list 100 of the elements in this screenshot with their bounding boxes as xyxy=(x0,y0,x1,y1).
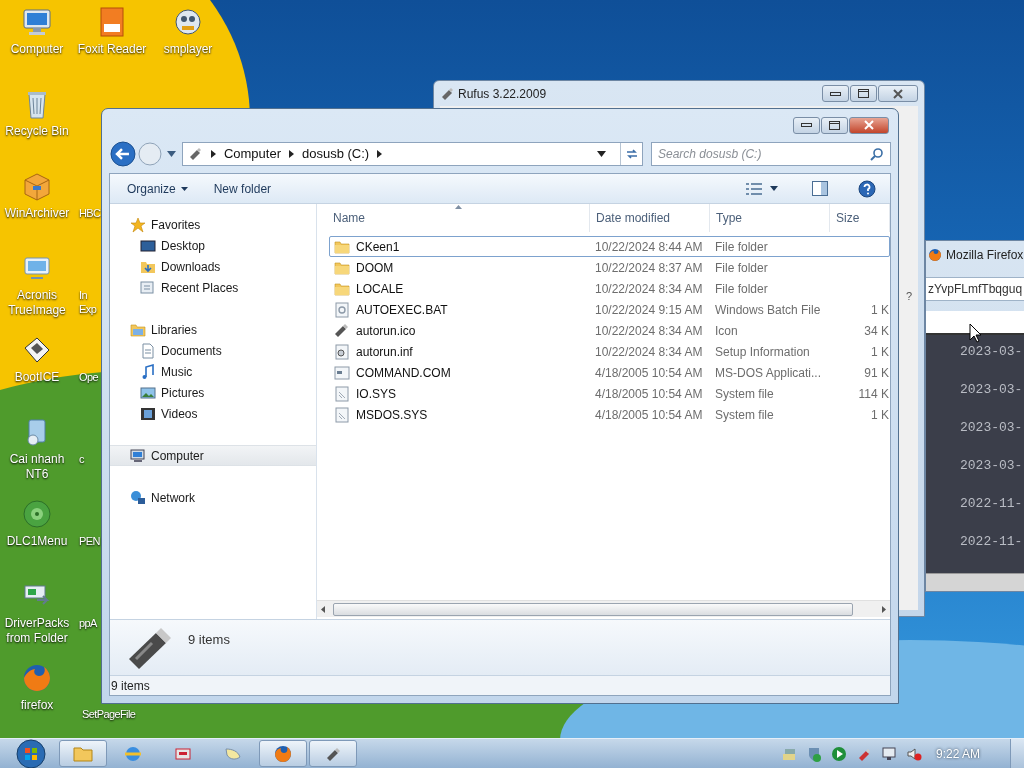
date-cell-text: 4/18/2005 10:54 AM xyxy=(594,385,704,403)
file-row[interactable]: AUTOEXEC.BAT 10/22/2024 9:15 AM Windows Batch File 1 K xyxy=(329,299,890,320)
navigation-item[interactable]: Documents xyxy=(110,340,316,361)
file-name: autorun.inf xyxy=(356,343,413,361)
file-name: AUTOEXEC.BAT xyxy=(356,301,448,319)
file-name: IO.SYS xyxy=(356,385,396,403)
search-field[interactable]: Search dosusb (C:) xyxy=(651,142,891,166)
navigation-item[interactable]: Recent Places xyxy=(110,277,316,298)
toolbar-button[interactable]: New folder xyxy=(206,177,279,200)
folder-icon xyxy=(334,280,350,297)
start-button[interactable] xyxy=(13,738,49,768)
navigation-item[interactable]: Downloads xyxy=(110,256,316,277)
horizontal-scrollbar[interactable] xyxy=(317,600,890,617)
type-cell-text: System file xyxy=(714,385,775,403)
maximize-icon xyxy=(829,120,840,130)
size-cell-text: 1 K xyxy=(870,343,889,361)
recent-icon xyxy=(140,279,156,296)
file-row[interactable]: IO.SYS 4/18/2005 10:54 AM System file 114 K xyxy=(329,383,890,404)
date-text: 2022-11- xyxy=(960,533,1024,551)
pictures-icon xyxy=(140,384,156,401)
date-cell-text: 10/22/2024 8:37 AM xyxy=(594,259,704,277)
close-icon xyxy=(864,120,874,130)
gear-icon xyxy=(334,301,350,318)
minimize-button[interactable] xyxy=(822,85,849,102)
navigation-item[interactable]: Pictures xyxy=(110,382,316,403)
help-icon[interactable] xyxy=(858,179,876,198)
toolbar-button[interactable]: Organize xyxy=(120,177,195,200)
date-text: 2023-03- xyxy=(960,419,1024,437)
column-header[interactable]: Size xyxy=(830,204,890,232)
file-row[interactable]: COMMAND.COM 4/18/2005 10:54 AM MS-DOS Applicati... 91 K xyxy=(329,362,890,383)
taskbar-button[interactable] xyxy=(309,740,357,767)
back-icon[interactable] xyxy=(109,140,137,168)
document-icon xyxy=(334,406,350,423)
maximize-button[interactable] xyxy=(850,85,877,102)
navigation-item[interactable]: Libraries xyxy=(110,319,316,340)
minimize-button[interactable] xyxy=(793,116,820,134)
size-cell-text: 91 K xyxy=(863,364,889,382)
navigation-item[interactable]: Desktop xyxy=(110,235,316,256)
file-row[interactable]: autorun.inf 10/22/2024 8:34 AM Setup Information 1 K xyxy=(329,341,890,362)
date-text: 2023-03- xyxy=(960,343,1024,361)
file-name: autorun.ico xyxy=(356,322,416,340)
maximize-button[interactable] xyxy=(821,116,848,134)
date-cell-text: 4/18/2005 10:54 AM xyxy=(594,406,704,424)
monitor-icon[interactable] xyxy=(880,745,897,762)
navigation-item[interactable]: Music xyxy=(110,361,316,382)
close-button[interactable] xyxy=(878,85,918,102)
type-cell-text: Setup Information xyxy=(714,343,811,361)
navigation-item[interactable]: Videos xyxy=(110,403,316,424)
date-text: 2023-03- xyxy=(960,457,1024,475)
file-row[interactable]: LOCALE 10/22/2024 8:34 AM File folder xyxy=(329,278,890,299)
play-icon[interactable] xyxy=(830,745,847,762)
chevron-icon[interactable] xyxy=(210,150,216,158)
date-cell-text: 10/22/2024 8:34 AM xyxy=(594,322,704,340)
search-icon xyxy=(870,147,884,161)
file-name: LOCALE xyxy=(356,280,404,298)
caret-icon xyxy=(770,186,778,191)
monitor-icon xyxy=(21,6,53,38)
scrollbar-thumb[interactable] xyxy=(333,602,853,616)
navigation-item[interactable]: Network xyxy=(110,487,316,508)
file-row[interactable]: DOOM 10/22/2024 8:37 AM File folder xyxy=(329,257,890,278)
date-cell-text: 10/22/2024 8:34 AM xyxy=(594,343,704,361)
help-mark: ? xyxy=(905,289,912,304)
navigation-item[interactable]: Favorites xyxy=(110,214,316,235)
chevron-icon[interactable] xyxy=(288,150,294,158)
speaker-muted-icon[interactable] xyxy=(905,745,922,762)
folder-icon xyxy=(334,259,350,276)
breadcrumb-item[interactable]: dosusb (C:) xyxy=(301,144,370,164)
column-header[interactable]: Type xyxy=(710,204,830,232)
refresh-icon xyxy=(624,147,639,161)
file-row[interactable]: CKeen1 10/22/2024 8:44 AM File folder xyxy=(329,236,890,257)
date-text: 2022-11- xyxy=(960,495,1024,513)
navigation-item[interactable]: Computer xyxy=(110,445,316,466)
date-text: 2023-03- xyxy=(960,381,1024,399)
preview-pane-icon[interactable] xyxy=(812,181,828,196)
column-header[interactable]: Date modified xyxy=(590,204,710,232)
date-cell-text: 10/22/2024 8:34 AM xyxy=(594,280,704,298)
item-count: 9 items xyxy=(188,631,230,649)
size-cell-text: 34 K xyxy=(863,322,889,340)
folder-icon xyxy=(334,238,350,255)
date-cell-text: 4/18/2005 10:54 AM xyxy=(594,364,704,382)
file-name: DOOM xyxy=(356,259,394,277)
caret-icon[interactable] xyxy=(597,151,606,157)
file-row[interactable]: autorun.ico 10/22/2024 8:34 AM Icon 34 K xyxy=(329,320,890,341)
status-text: 9 items xyxy=(111,677,150,695)
close-button[interactable] xyxy=(849,116,889,134)
date-cell-text: 10/22/2024 9:15 AM xyxy=(594,301,704,319)
breadcrumb-item[interactable]: Computer xyxy=(223,144,281,164)
taskbar-button[interactable] xyxy=(259,740,307,767)
address-bar[interactable]: Computer dosusb (C:) xyxy=(181,142,643,166)
file-name: CKeen1 xyxy=(356,238,400,256)
document-icon xyxy=(334,385,350,402)
disc-icon xyxy=(21,498,53,530)
window-title: Rufus 3.22.2009 xyxy=(458,85,548,103)
column-header[interactable]: Name xyxy=(317,204,590,232)
address-field[interactable]: zYvpFLmfTbqguq xyxy=(926,277,1024,301)
file-row[interactable]: MSDOS.SYS 4/18/2005 10:54 AM System file 1 K xyxy=(329,404,890,425)
type-cell-text: File folder xyxy=(714,280,769,298)
file-name: MSDOS.SYS xyxy=(356,406,428,424)
chevron-icon[interactable] xyxy=(377,150,383,158)
type-cell-text: Icon xyxy=(714,322,739,340)
